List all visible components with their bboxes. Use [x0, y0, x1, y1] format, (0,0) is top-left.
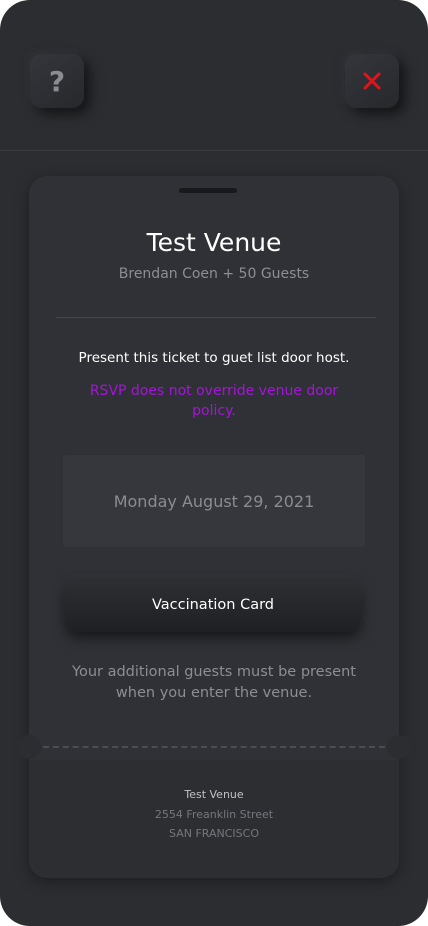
question-mark-icon: ? — [48, 64, 66, 98]
ticket-notch-right — [387, 735, 411, 759]
rsvp-policy-notice: RSVP does not override venue door policy… — [89, 383, 339, 419]
ticket-screen: ? Test Venue Brendan Coen + 50 Guests Pr… — [0, 0, 428, 926]
help-button[interactable]: ? — [30, 54, 84, 108]
venue-title: Test Venue — [146, 228, 282, 257]
perforation-line — [43, 746, 385, 748]
divider — [56, 317, 376, 318]
stub-street-address: 2554 Freanklin Street — [154, 808, 274, 821]
event-date: Monday August 29, 2021 — [113, 491, 315, 511]
stub-venue-name: Test Venue — [184, 788, 244, 801]
drag-handle[interactable] — [179, 188, 237, 193]
stub-city: SAN FRANCISCO — [169, 827, 259, 840]
event-date-box: Monday August 29, 2021 — [63, 455, 365, 547]
present-instruction: Present this ticket to guet list door ho… — [78, 350, 350, 366]
close-button[interactable] — [345, 54, 399, 108]
guest-count: Brendan Coen + 50 Guests — [118, 266, 310, 282]
vaccination-card-label: Vaccination Card — [151, 597, 275, 613]
header-divider — [0, 150, 428, 151]
ticket-stub: Test Venue 2554 Freanklin Street SAN FRA… — [29, 760, 399, 878]
close-x-icon — [363, 72, 381, 90]
ticket-notch-left — [17, 735, 41, 759]
additional-guests-note: Your additional guests must be present w… — [72, 664, 356, 701]
vaccination-card-button[interactable]: Vaccination Card — [65, 578, 361, 632]
ticket-card: Test Venue Brendan Coen + 50 Guests Pres… — [17, 176, 411, 878]
